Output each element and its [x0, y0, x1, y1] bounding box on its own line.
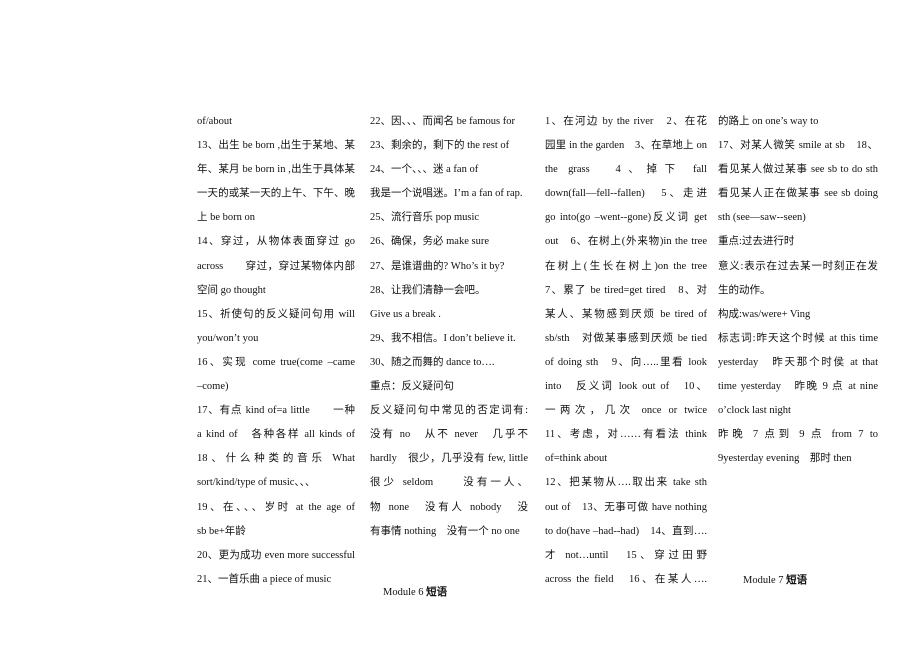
text-line: out of 13、无事可做 have nothing — [545, 501, 707, 513]
text-line: down(fall—fell--fallen) 5、走进 — [545, 188, 707, 200]
text-line: 30、随之而舞的 dance to…. — [370, 356, 495, 368]
column-1: of/about 13、出生 be born ,出生于某地、某 年、某月 be bo… — [197, 110, 355, 592]
text-line: 年、某月 be born in ,出生于具体某 — [197, 164, 355, 176]
text-line: 有事情 nothing 没有一个 no one — [370, 525, 520, 537]
text-line: 7、累了 be tired=get tired 8、对 — [545, 284, 707, 296]
module-7-heading: Module 7 短语 — [743, 572, 807, 587]
text-line: into 反义词 look out of 10、 — [545, 381, 707, 393]
text-line: sth (see—saw--seen) — [718, 212, 806, 224]
text-line: 14、穿过，从物体表面穿过 go — [197, 236, 355, 248]
text-line: 构成:was/were+ Ving — [718, 308, 811, 320]
text-line: 物 none 没有人 nobody 没 — [370, 501, 528, 513]
text-line: sb/sth 对做某事感到厌烦 be tied — [545, 332, 707, 344]
text-line: of=think about — [545, 453, 608, 465]
text-line: a kind of 各种各样 all kinds of — [197, 429, 355, 441]
text-line: 昨晚 7 点到 9 点 from 7 to — [718, 429, 878, 441]
text-line: 才 not…until 15、穿过田野 — [545, 549, 707, 561]
text-line: 15、祈使句的反义疑问句用 will — [197, 308, 355, 320]
text-line: 看见某人做过某事 see sb to do sth — [718, 164, 878, 176]
text-line: 25、流行音乐 pop music — [370, 212, 480, 224]
text-line: 反义疑问句中常见的否定词有:不， — [370, 405, 528, 417]
text-line: yesterday 昨天那个时侯 at that — [718, 356, 878, 368]
column-3: 1、在河边 by the river 2、在花 园里 in the garden … — [545, 110, 707, 592]
text-line: 16、实现 come true(come –came — [197, 356, 355, 368]
text-line: Give us a break . — [370, 308, 441, 320]
module-6-en: Module 6 — [383, 587, 427, 598]
text-line: 标志词:昨天这个时候 at this time — [718, 332, 878, 344]
text-line: 22、因、、、而闻名 be famous for — [370, 116, 515, 127]
text-line: 27、是谁谱曲的? Who’s it by? — [370, 260, 505, 272]
text-line: 17、对某人微笑 smile at sb 18、 — [718, 140, 878, 152]
text-line: 21、一首乐曲 a piece of music — [197, 573, 332, 585]
text-line: 的路上 on one’s way to — [718, 116, 819, 127]
text-line: out 6、在树上(外来物)in the tree — [545, 236, 707, 248]
text-line: of/about — [197, 116, 232, 127]
text-line: to do(have –had--had) 14、直到…. — [545, 525, 707, 537]
text-line: –come) — [197, 381, 229, 393]
text-line: the grass 4、掉下 fall — [545, 164, 707, 176]
text-line: 我是一个说唱迷。I’m a fan of rap. — [370, 188, 523, 200]
text-line: 生的动作。 — [718, 284, 771, 296]
text-line: 23、剩余的，剩下的 the rest of — [370, 140, 510, 152]
text-line: sb be+年龄 — [197, 525, 246, 537]
text-line: 13、出生 be born ,出生于某地、某 — [197, 140, 355, 152]
module-7-en: Module 7 — [743, 575, 787, 586]
text-line: 空间 go thought — [197, 284, 266, 296]
text-line: 上 be born on — [197, 212, 256, 224]
text-line: 某人、某物感到厌烦 be tired of — [545, 308, 707, 320]
text-line: you/won’t you — [197, 332, 259, 344]
module-6-heading: Module 6 短语 — [383, 584, 447, 599]
text-line: hardly 很少，几乎没有 few, little — [370, 453, 528, 465]
text-line: 园里 in the garden 3、在草地上 on — [545, 140, 707, 152]
text-line: 24、一个、、、迷 a fan of — [370, 164, 479, 176]
text-line: 11、考虑，对……有看法 think — [545, 429, 707, 441]
text-line: 没有 no 从不 never 几乎不 — [370, 429, 528, 441]
text-line: 19、在、、、岁时 at the age of =when — [197, 501, 355, 513]
text-line: 重点:过去进行时 — [718, 236, 795, 248]
text-line: 29、我不相信。I don’t believe it. — [370, 332, 516, 344]
text-line: across 穿过，穿过某物体内部 — [197, 260, 355, 272]
text-line: 20、更为成功 even more successful — [197, 549, 355, 561]
text-line: sort/kind/type of music、、、 — [197, 477, 316, 489]
text-line: time yesterday 昨晚 9 点 at nine — [718, 381, 878, 393]
text-line: 一天的或某一天的上午、下午、晚 — [197, 188, 355, 200]
module-6-zh: 短语 — [426, 587, 448, 598]
text-line: 在树上(生长在树上)on the tree — [545, 260, 707, 272]
text-line: 26、确保，务必 make sure — [370, 236, 489, 248]
text-line: 一两次，几次 once or twice — [545, 405, 707, 417]
text-line: 很少 seldom 没有一人、 — [370, 477, 528, 489]
text-line: 1、在河边 by the river 2、在花 — [545, 116, 707, 127]
text-line: 重点：反义疑问句 — [370, 381, 454, 393]
text-line: 17、有点 kind of=a little 一种 — [197, 405, 355, 417]
column-2: 22、因、、、而闻名 be famous for 23、剩余的，剩下的 the r… — [370, 110, 528, 544]
text-line: 12、把某物从….取出来 take sth — [545, 477, 707, 489]
text-line: 看见某人正在做某事 see sb doing — [718, 188, 878, 200]
text-line: across the field 16、在某人…. — [545, 573, 707, 585]
text-line: go into(go –went--gone)反义词 get — [545, 212, 707, 224]
text-line: 9yesterday evening 那时 then — [718, 453, 852, 465]
text-line: 18、什么种类的音乐 What — [197, 453, 355, 465]
text-line: 28、让我们清静一会吧。 — [370, 284, 486, 296]
module-7-zh: 短语 — [786, 575, 808, 586]
column-4: 的路上 on one’s way to 17、对某人微笑 smile at sb … — [718, 110, 878, 471]
text-line: of doing sth 9、向…..里看 look — [545, 356, 707, 368]
text-line: 意义:表示在过去某一时刻正在发 — [718, 260, 878, 272]
text-line: o’clock last night — [718, 405, 791, 417]
